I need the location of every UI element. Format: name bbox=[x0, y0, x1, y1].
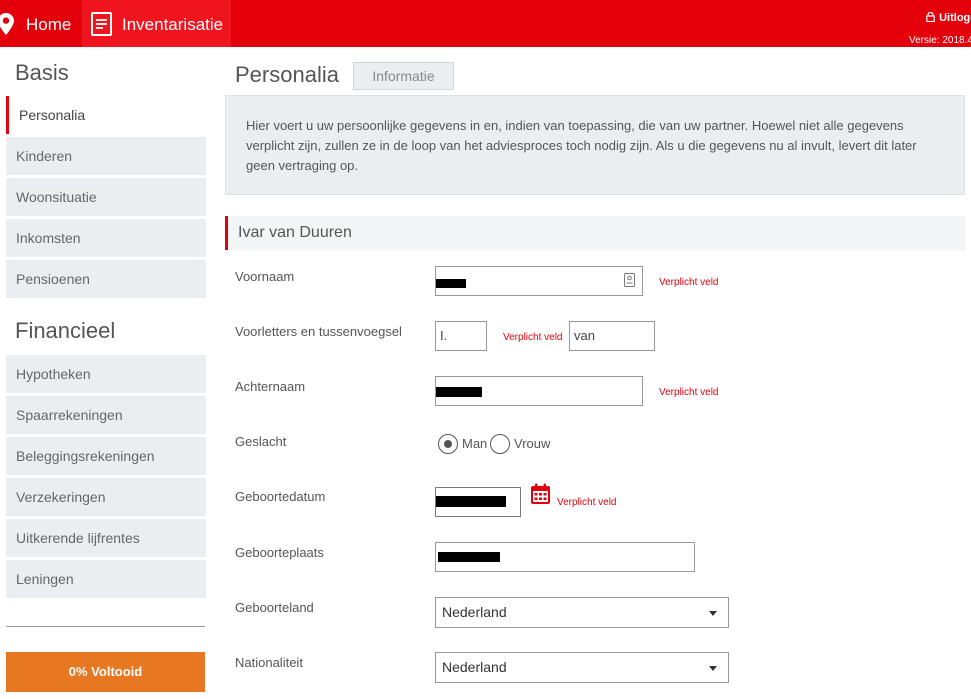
sidebar-item-kinderen[interactable]: Kinderen bbox=[6, 137, 206, 175]
nationaliteit-label: Nationaliteit bbox=[235, 655, 303, 670]
sidebar-item-spaarrekeningen[interactable]: Spaarrekeningen bbox=[6, 396, 206, 434]
logout-label: Uitlogg bbox=[939, 12, 971, 24]
chevron-down-icon bbox=[709, 611, 717, 616]
location-pin-icon bbox=[0, 13, 14, 35]
geboorteplaats-label: Geboorteplaats bbox=[235, 545, 324, 560]
person-section-header: Ivar van Duuren bbox=[225, 216, 965, 250]
page-title: Personalia bbox=[235, 62, 339, 87]
voornaam-required-note: Verplicht veld bbox=[659, 277, 719, 288]
home-label: Home bbox=[26, 15, 72, 34]
lock-icon bbox=[926, 12, 935, 22]
sidebar-heading-financieel: Financieel bbox=[15, 318, 116, 343]
gender-vrouw-label: Vrouw bbox=[514, 436, 551, 451]
redacted-value bbox=[436, 496, 506, 507]
gender-radio-vrouw[interactable] bbox=[490, 434, 510, 454]
geboortedatum-required-note: Verplicht veld bbox=[557, 497, 617, 508]
nationaliteit-select[interactable]: Nederland bbox=[435, 652, 729, 683]
gender-man-label: Man bbox=[462, 436, 488, 451]
document-icon bbox=[91, 12, 112, 36]
redacted-value bbox=[436, 387, 482, 397]
top-navigation-bar: Home Inventarisatie Uitlogg Versie: 2018… bbox=[0, 0, 971, 47]
sidebar-item-hypotheken[interactable]: Hypotheken bbox=[6, 355, 206, 393]
voorletters-input[interactable]: I. bbox=[435, 321, 487, 351]
sidebar-heading-basis: Basis bbox=[15, 60, 69, 85]
redacted-value bbox=[436, 279, 466, 288]
sidebar-item-uitkerende-lijfrentes[interactable]: Uitkerende lijfrentes bbox=[6, 519, 206, 557]
inventarisatie-label: Inventarisatie bbox=[122, 15, 224, 34]
geboorteland-label: Geboorteland bbox=[235, 600, 314, 615]
achternaam-required-note: Verplicht veld bbox=[659, 387, 719, 398]
redacted-value bbox=[438, 552, 500, 562]
sidebar-item-inkomsten[interactable]: Inkomsten bbox=[6, 219, 206, 257]
voorletters-label: Voorletters en tussenvoegsel bbox=[235, 324, 402, 339]
id-card-icon[interactable] bbox=[624, 273, 635, 287]
geboorteland-select[interactable]: Nederland bbox=[435, 597, 729, 628]
logout-button[interactable]: Uitlogg bbox=[926, 12, 971, 24]
version-text: Versie: 2018.4 bbox=[909, 35, 971, 46]
geboorteland-selected-value: Nederland bbox=[442, 604, 507, 620]
gender-radio-man[interactable] bbox=[438, 434, 458, 454]
inventarisatie-nav-link[interactable]: Inventarisatie bbox=[82, 0, 231, 47]
nationaliteit-selected-value: Nederland bbox=[442, 659, 507, 675]
sidebar-item-personalia[interactable]: Personalia bbox=[6, 96, 206, 134]
sidebar-item-woonsituatie[interactable]: Woonsituatie bbox=[6, 178, 206, 216]
sidebar-item-pensioenen[interactable]: Pensioenen bbox=[6, 260, 206, 298]
sidebar-item-verzekeringen[interactable]: Verzekeringen bbox=[6, 478, 206, 516]
sidebar-item-beleggingsrekeningen[interactable]: Beleggingsrekeningen bbox=[6, 437, 206, 475]
voornaam-input[interactable] bbox=[435, 266, 643, 296]
home-nav-link[interactable]: Home bbox=[0, 0, 80, 47]
geboortedatum-label: Geboortedatum bbox=[235, 489, 326, 504]
sidebar-item-leningen[interactable]: Leningen bbox=[6, 560, 206, 598]
voornaam-label: Voornaam bbox=[235, 269, 295, 284]
chevron-down-icon bbox=[709, 666, 717, 671]
geslacht-label: Geslacht bbox=[235, 434, 287, 449]
voorletters-required-note: Verplicht veld bbox=[503, 332, 563, 343]
calendar-icon[interactable] bbox=[530, 483, 551, 505]
sidebar-divider bbox=[6, 626, 205, 627]
tussenvoegsel-input[interactable]: van bbox=[569, 321, 655, 351]
intro-panel: Hier voert u uw persoonlijke gegevens in… bbox=[225, 95, 965, 195]
informatie-button[interactable]: Informatie bbox=[353, 62, 454, 90]
achternaam-label: Achternaam bbox=[235, 379, 306, 394]
progress-indicator: 0% Voltooid bbox=[6, 652, 205, 692]
